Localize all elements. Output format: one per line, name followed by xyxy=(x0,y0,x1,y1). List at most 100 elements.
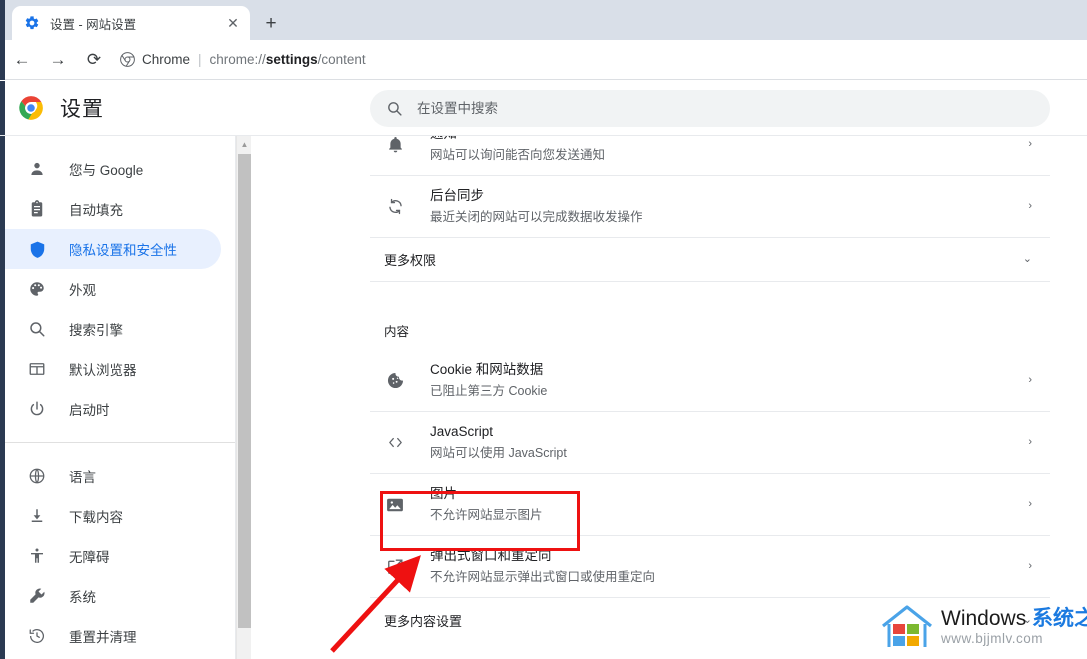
setting-row-subtitle: 不允许网站显示图片 xyxy=(430,507,543,522)
autofill-icon xyxy=(27,199,47,219)
sidebar-item-label: 重置并清理 xyxy=(69,630,137,645)
setting-row-popups-and-redirects[interactable]: 弹出式窗口和重定向 不允许网站显示弹出式窗口或使用重定向 › xyxy=(370,536,1050,598)
wrench-icon xyxy=(27,586,47,606)
sidebar-item-label: 自动填充 xyxy=(69,203,123,218)
download-icon xyxy=(27,506,47,526)
windows-house-logo xyxy=(879,604,935,650)
setting-row-title: 图片 xyxy=(430,486,457,502)
setting-row-background-sync[interactable]: 后台同步 最近关闭的网站可以完成数据收发操作 › xyxy=(370,176,1050,238)
close-icon[interactable]: ✕ xyxy=(222,12,244,34)
sidebar-item-autofill[interactable]: 自动填充 xyxy=(5,189,221,229)
watermark-text: Windows 系统之家 www.bjjmlv.com xyxy=(941,607,1087,646)
sidebar-item-search-engine[interactable]: 搜索引擎 xyxy=(5,309,221,349)
browser-tab[interactable]: 设置 - 网站设置 ✕ xyxy=(12,6,250,40)
chevron-right-icon[interactable]: › xyxy=(1016,139,1032,150)
sidebar-item-label: 系统 xyxy=(69,590,96,605)
setting-row-subtitle: 网站可以询问能否向您发送通知 xyxy=(430,147,606,162)
chevron-right-icon[interactable]: › xyxy=(1016,561,1032,572)
settings-main: 通知 网站可以询问能否向您发送通知 › 后台同步 最近关闭的网站可以完成数据收发… xyxy=(252,136,1087,659)
sidebar-item-on-startup[interactable]: 启动时 xyxy=(5,389,221,429)
forward-button[interactable]: → xyxy=(44,46,72,74)
sidebar-scrollbar[interactable]: ▲ xyxy=(236,136,251,659)
sidebar-item-you-and-google[interactable]: 您与 Google xyxy=(5,149,221,189)
setting-row-subtitle: 最近关闭的网站可以完成数据收发操作 xyxy=(430,209,643,224)
setting-row-text: 弹出式窗口和重定向 不允许网站显示弹出式窗口或使用重定向 xyxy=(430,546,1016,586)
browser-window: 设置 - 网站设置 ✕ + ← → ⟳ Chrome | chrome://se… xyxy=(0,0,1087,659)
url-prefix: chrome:// xyxy=(209,52,266,67)
accessibility-icon xyxy=(27,546,47,566)
search-icon xyxy=(27,319,47,339)
sidebar-group-primary: 您与 Google 自动填充 隐私设置和安全性 外观 搜索引擎 默认浏览器 启动… xyxy=(5,136,235,429)
person-icon xyxy=(27,159,47,179)
omnibox-scheme-label: Chrome xyxy=(142,52,191,67)
setting-row-notifications[interactable]: 通知 网站可以询问能否向您发送通知 › xyxy=(370,136,1050,176)
scrollbar-thumb[interactable] xyxy=(238,154,251,628)
url-highlight: settings xyxy=(265,52,318,67)
sidebar-item-label: 您与 Google xyxy=(69,163,144,178)
watermark-brand-cn: 系统之家 xyxy=(1032,606,1087,630)
toolbar-left-edge xyxy=(0,40,5,80)
sidebar-item-downloads[interactable]: 下载内容 xyxy=(5,496,221,536)
sidebar-item-system[interactable]: 系统 xyxy=(5,576,221,616)
image-icon xyxy=(384,494,406,516)
search-box[interactable] xyxy=(370,90,1050,127)
reload-button[interactable]: ⟳ xyxy=(80,46,108,74)
settings-body: 您与 Google 自动填充 隐私设置和安全性 外观 搜索引擎 默认浏览器 启动… xyxy=(0,135,1087,659)
sidebar-item-label: 外观 xyxy=(69,283,96,298)
popup-icon xyxy=(384,556,406,578)
sidebar-item-reset-and-clean-up[interactable]: 重置并清理 xyxy=(5,616,221,656)
sidebar-item-privacy-and-security[interactable]: 隐私设置和安全性 xyxy=(5,229,221,269)
gear-icon xyxy=(24,15,40,31)
setting-row-title: 后台同步 xyxy=(430,188,484,204)
scroll-up-icon[interactable]: ▲ xyxy=(237,136,252,153)
chrome-logo-icon xyxy=(18,95,44,121)
setting-row-title: Cookie 和网站数据 xyxy=(430,362,544,378)
sidebar-item-label: 语言 xyxy=(69,470,96,485)
header-left-edge xyxy=(0,81,5,135)
restore-icon xyxy=(27,626,47,646)
watermark-brand: Windows 系统之家 xyxy=(941,607,1087,630)
chevron-right-icon[interactable]: › xyxy=(1016,375,1032,386)
sidebar-divider xyxy=(5,442,235,443)
setting-row-text: 后台同步 最近关闭的网站可以完成数据收发操作 xyxy=(430,186,1016,226)
setting-row-title: 通知 xyxy=(430,136,457,141)
chevron-right-icon[interactable]: › xyxy=(1016,201,1032,212)
watermark-brand-en: Windows xyxy=(941,606,1033,630)
globe-icon xyxy=(27,466,47,486)
setting-row-subtitle: 网站可以使用 JavaScript xyxy=(430,445,567,460)
sidebar-item-accessibility[interactable]: 无障碍 xyxy=(5,536,221,576)
sidebar-group-secondary: 语言 下载内容 无障碍 系统 重置并清理 xyxy=(5,456,235,656)
setting-row-cookies[interactable]: Cookie 和网站数据 已阻止第三方 Cookie › xyxy=(370,350,1050,412)
chevron-right-icon[interactable]: › xyxy=(1016,437,1032,448)
address-bar[interactable]: Chrome | chrome://settings/content xyxy=(120,46,1073,74)
more-permissions-row[interactable]: 更多权限 ⌄ xyxy=(370,238,1050,282)
setting-row-javascript[interactable]: JavaScript 网站可以使用 JavaScript › xyxy=(370,412,1050,474)
setting-row-text: 图片 不允许网站显示图片 xyxy=(430,484,1016,524)
sidebar-item-label: 启动时 xyxy=(69,403,110,418)
page-title: 设置 xyxy=(60,98,104,121)
new-tab-button[interactable]: + xyxy=(258,10,284,36)
watermark: Windows 系统之家 www.bjjmlv.com xyxy=(879,601,1087,653)
setting-row-text: Cookie 和网站数据 已阻止第三方 Cookie xyxy=(430,360,1016,400)
tab-strip: 设置 - 网站设置 ✕ + xyxy=(0,0,1087,40)
setting-row-subtitle: 不允许网站显示弹出式窗口或使用重定向 xyxy=(430,569,656,584)
sidebar-item-languages[interactable]: 语言 xyxy=(5,456,221,496)
omnibox-url: chrome://settings/content xyxy=(210,52,366,67)
sidebar-item-appearance[interactable]: 外观 xyxy=(5,269,221,309)
sidebar-item-default-browser[interactable]: 默认浏览器 xyxy=(5,349,221,389)
browser-icon xyxy=(27,359,47,379)
chevron-right-icon[interactable]: › xyxy=(1016,499,1032,510)
browser-toolbar: ← → ⟳ Chrome | chrome://settings/content xyxy=(0,40,1087,80)
setting-row-images[interactable]: 图片 不允许网站显示图片 › xyxy=(370,474,1050,536)
search-input[interactable] xyxy=(417,90,1050,127)
omnibox-separator: | xyxy=(198,52,202,67)
back-button[interactable]: ← xyxy=(8,46,36,74)
tab-title: 设置 - 网站设置 xyxy=(50,17,137,32)
chevron-down-icon[interactable]: ⌄ xyxy=(1016,254,1032,265)
setting-row-title: JavaScript xyxy=(430,424,494,440)
setting-row-text: 通知 网站可以询问能否向您发送通知 xyxy=(430,136,1016,165)
content-section-label: 内容 xyxy=(384,324,410,339)
chrome-icon xyxy=(120,52,135,67)
setting-row-title: 弹出式窗口和重定向 xyxy=(430,548,552,564)
